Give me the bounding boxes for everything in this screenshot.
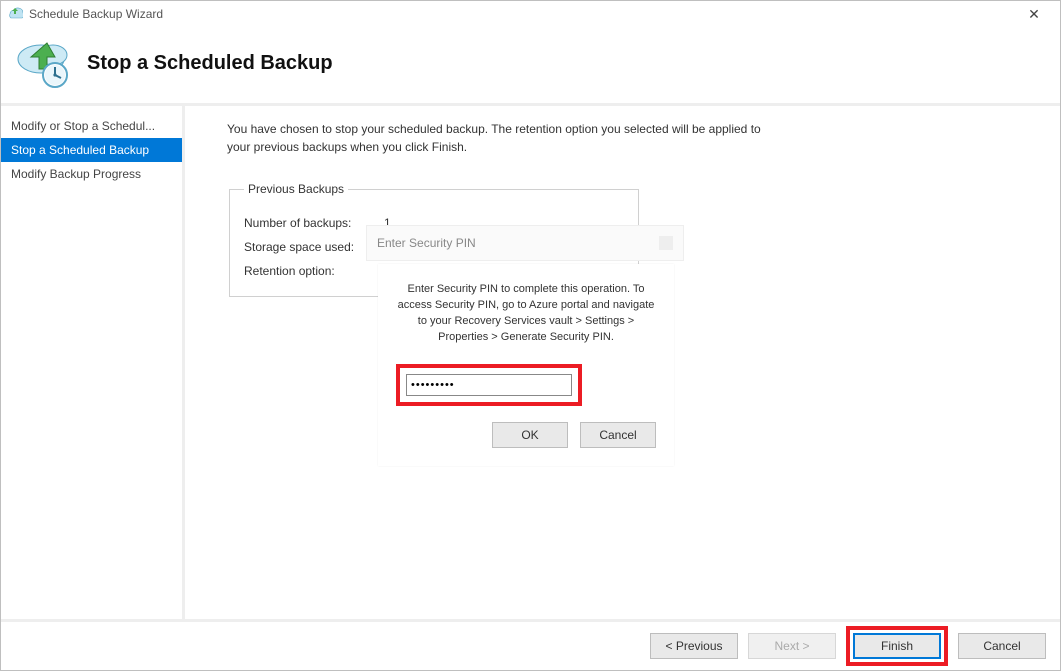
finish-button[interactable]: Finish [853, 633, 941, 659]
page-title: Stop a Scheduled Backup [87, 52, 333, 75]
pin-ok-button[interactable]: OK [492, 422, 568, 448]
titlebar: Schedule Backup Wizard ✕ [1, 1, 1060, 27]
wizard-body: Modify or Stop a Schedul... Stop a Sched… [1, 106, 1060, 619]
label-storage-space: Storage space used: [244, 240, 384, 254]
security-pin-input-highlight [396, 364, 582, 406]
wizard-steps-sidebar: Modify or Stop a Schedul... Stop a Sched… [1, 106, 182, 619]
label-number-of-backups: Number of backups: [244, 216, 384, 230]
security-pin-banner-icon[interactable] [659, 236, 673, 250]
finish-button-highlight: Finish [846, 626, 948, 666]
security-pin-banner-text: Enter Security PIN [377, 236, 476, 250]
wizard-window: Schedule Backup Wizard ✕ Stop a Schedule… [0, 0, 1061, 671]
wizard-header: Stop a Scheduled Backup [1, 27, 1060, 106]
next-button: Next > [748, 633, 836, 659]
app-icon-small [7, 5, 23, 24]
previous-backups-legend: Previous Backups [244, 182, 348, 196]
sidebar-item-modify-or-stop[interactable]: Modify or Stop a Schedul... [1, 114, 182, 138]
pin-cancel-button[interactable]: Cancel [580, 422, 656, 448]
security-pin-message: Enter Security PIN to complete this oper… [396, 282, 656, 346]
app-icon [13, 37, 73, 89]
wizard-footer: < Previous Next > Finish Cancel [1, 619, 1060, 670]
window-title: Schedule Backup Wizard [29, 7, 163, 21]
cancel-button[interactable]: Cancel [958, 633, 1046, 659]
label-retention-option: Retention option: [244, 264, 384, 278]
close-button[interactable]: ✕ [1014, 6, 1054, 23]
content-description: You have chosen to stop your scheduled b… [227, 120, 787, 156]
wizard-content: You have chosen to stop your scheduled b… [182, 106, 1060, 619]
security-pin-input[interactable] [406, 374, 572, 396]
sidebar-item-stop-backup[interactable]: Stop a Scheduled Backup [1, 138, 182, 162]
sidebar-item-modify-progress[interactable]: Modify Backup Progress [1, 162, 182, 186]
previous-button[interactable]: < Previous [650, 633, 738, 659]
security-pin-dialog: Enter Security PIN to complete this oper… [378, 264, 674, 466]
security-pin-banner: Enter Security PIN [366, 225, 684, 261]
